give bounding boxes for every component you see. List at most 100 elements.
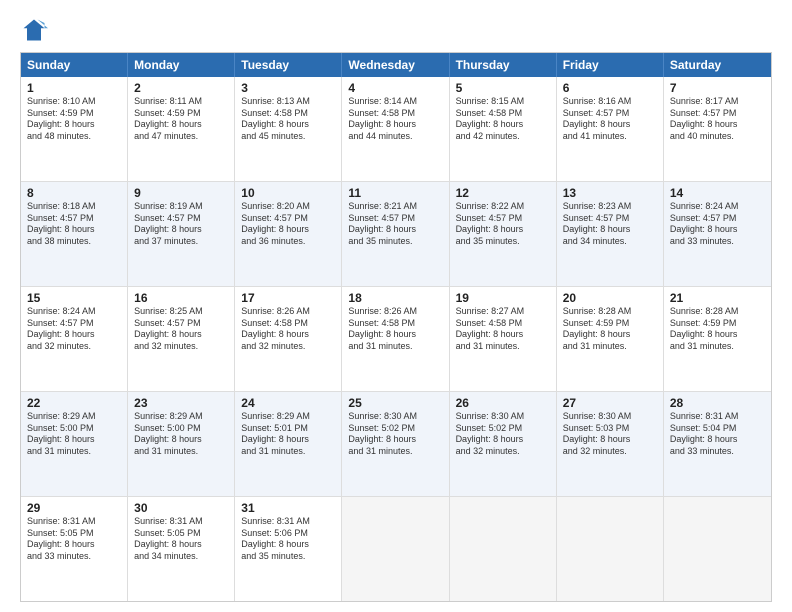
- calendar-cell: [450, 497, 557, 601]
- calendar-cell: [342, 497, 449, 601]
- calendar-cell: 11Sunrise: 8:21 AM Sunset: 4:57 PM Dayli…: [342, 182, 449, 286]
- day-number: 7: [670, 81, 765, 95]
- day-info: Sunrise: 8:17 AM Sunset: 4:57 PM Dayligh…: [670, 96, 765, 143]
- calendar-cell: 5Sunrise: 8:15 AM Sunset: 4:58 PM Daylig…: [450, 77, 557, 181]
- calendar-header: SundayMondayTuesdayWednesdayThursdayFrid…: [21, 53, 771, 77]
- day-info: Sunrise: 8:28 AM Sunset: 4:59 PM Dayligh…: [670, 306, 765, 353]
- day-number: 22: [27, 396, 121, 410]
- day-info: Sunrise: 8:18 AM Sunset: 4:57 PM Dayligh…: [27, 201, 121, 248]
- day-number: 2: [134, 81, 228, 95]
- calendar-cell: 30Sunrise: 8:31 AM Sunset: 5:05 PM Dayli…: [128, 497, 235, 601]
- calendar-cell: 17Sunrise: 8:26 AM Sunset: 4:58 PM Dayli…: [235, 287, 342, 391]
- day-number: 19: [456, 291, 550, 305]
- calendar-body: 1Sunrise: 8:10 AM Sunset: 4:59 PM Daylig…: [21, 77, 771, 601]
- calendar: SundayMondayTuesdayWednesdayThursdayFrid…: [20, 52, 772, 602]
- calendar-cell: 13Sunrise: 8:23 AM Sunset: 4:57 PM Dayli…: [557, 182, 664, 286]
- day-info: Sunrise: 8:23 AM Sunset: 4:57 PM Dayligh…: [563, 201, 657, 248]
- calendar-cell: 23Sunrise: 8:29 AM Sunset: 5:00 PM Dayli…: [128, 392, 235, 496]
- calendar-cell: 27Sunrise: 8:30 AM Sunset: 5:03 PM Dayli…: [557, 392, 664, 496]
- day-info: Sunrise: 8:28 AM Sunset: 4:59 PM Dayligh…: [563, 306, 657, 353]
- day-info: Sunrise: 8:16 AM Sunset: 4:57 PM Dayligh…: [563, 96, 657, 143]
- day-info: Sunrise: 8:30 AM Sunset: 5:02 PM Dayligh…: [456, 411, 550, 458]
- day-info: Sunrise: 8:29 AM Sunset: 5:01 PM Dayligh…: [241, 411, 335, 458]
- day-number: 6: [563, 81, 657, 95]
- calendar-cell: 15Sunrise: 8:24 AM Sunset: 4:57 PM Dayli…: [21, 287, 128, 391]
- header-day-wednesday: Wednesday: [342, 53, 449, 77]
- day-number: 14: [670, 186, 765, 200]
- calendar-cell: 18Sunrise: 8:26 AM Sunset: 4:58 PM Dayli…: [342, 287, 449, 391]
- calendar-cell: 25Sunrise: 8:30 AM Sunset: 5:02 PM Dayli…: [342, 392, 449, 496]
- calendar-cell: 22Sunrise: 8:29 AM Sunset: 5:00 PM Dayli…: [21, 392, 128, 496]
- calendar-cell: 14Sunrise: 8:24 AM Sunset: 4:57 PM Dayli…: [664, 182, 771, 286]
- calendar-cell: 24Sunrise: 8:29 AM Sunset: 5:01 PM Dayli…: [235, 392, 342, 496]
- calendar-row-4: 22Sunrise: 8:29 AM Sunset: 5:00 PM Dayli…: [21, 391, 771, 496]
- calendar-cell: 10Sunrise: 8:20 AM Sunset: 4:57 PM Dayli…: [235, 182, 342, 286]
- day-info: Sunrise: 8:31 AM Sunset: 5:05 PM Dayligh…: [134, 516, 228, 563]
- day-number: 31: [241, 501, 335, 515]
- day-info: Sunrise: 8:24 AM Sunset: 4:57 PM Dayligh…: [670, 201, 765, 248]
- day-info: Sunrise: 8:30 AM Sunset: 5:03 PM Dayligh…: [563, 411, 657, 458]
- calendar-cell: 19Sunrise: 8:27 AM Sunset: 4:58 PM Dayli…: [450, 287, 557, 391]
- day-number: 15: [27, 291, 121, 305]
- header-day-saturday: Saturday: [664, 53, 771, 77]
- calendar-cell: 1Sunrise: 8:10 AM Sunset: 4:59 PM Daylig…: [21, 77, 128, 181]
- calendar-cell: 8Sunrise: 8:18 AM Sunset: 4:57 PM Daylig…: [21, 182, 128, 286]
- day-number: 27: [563, 396, 657, 410]
- day-number: 26: [456, 396, 550, 410]
- day-number: 30: [134, 501, 228, 515]
- day-info: Sunrise: 8:20 AM Sunset: 4:57 PM Dayligh…: [241, 201, 335, 248]
- calendar-cell: 20Sunrise: 8:28 AM Sunset: 4:59 PM Dayli…: [557, 287, 664, 391]
- calendar-cell: 21Sunrise: 8:28 AM Sunset: 4:59 PM Dayli…: [664, 287, 771, 391]
- day-info: Sunrise: 8:27 AM Sunset: 4:58 PM Dayligh…: [456, 306, 550, 353]
- calendar-cell: 6Sunrise: 8:16 AM Sunset: 4:57 PM Daylig…: [557, 77, 664, 181]
- day-info: Sunrise: 8:10 AM Sunset: 4:59 PM Dayligh…: [27, 96, 121, 143]
- day-number: 3: [241, 81, 335, 95]
- day-number: 28: [670, 396, 765, 410]
- day-info: Sunrise: 8:31 AM Sunset: 5:06 PM Dayligh…: [241, 516, 335, 563]
- day-number: 24: [241, 396, 335, 410]
- calendar-row-1: 1Sunrise: 8:10 AM Sunset: 4:59 PM Daylig…: [21, 77, 771, 181]
- calendar-row-5: 29Sunrise: 8:31 AM Sunset: 5:05 PM Dayli…: [21, 496, 771, 601]
- day-info: Sunrise: 8:14 AM Sunset: 4:58 PM Dayligh…: [348, 96, 442, 143]
- logo-icon: [20, 16, 48, 44]
- header-day-sunday: Sunday: [21, 53, 128, 77]
- day-info: Sunrise: 8:13 AM Sunset: 4:58 PM Dayligh…: [241, 96, 335, 143]
- day-number: 23: [134, 396, 228, 410]
- day-number: 1: [27, 81, 121, 95]
- calendar-cell: 9Sunrise: 8:19 AM Sunset: 4:57 PM Daylig…: [128, 182, 235, 286]
- day-number: 12: [456, 186, 550, 200]
- day-number: 18: [348, 291, 442, 305]
- day-number: 4: [348, 81, 442, 95]
- day-info: Sunrise: 8:24 AM Sunset: 4:57 PM Dayligh…: [27, 306, 121, 353]
- header-day-friday: Friday: [557, 53, 664, 77]
- calendar-cell: 7Sunrise: 8:17 AM Sunset: 4:57 PM Daylig…: [664, 77, 771, 181]
- day-info: Sunrise: 8:15 AM Sunset: 4:58 PM Dayligh…: [456, 96, 550, 143]
- day-number: 21: [670, 291, 765, 305]
- day-info: Sunrise: 8:25 AM Sunset: 4:57 PM Dayligh…: [134, 306, 228, 353]
- calendar-cell: 16Sunrise: 8:25 AM Sunset: 4:57 PM Dayli…: [128, 287, 235, 391]
- day-number: 16: [134, 291, 228, 305]
- calendar-cell: 2Sunrise: 8:11 AM Sunset: 4:59 PM Daylig…: [128, 77, 235, 181]
- logo: [20, 16, 52, 44]
- calendar-row-3: 15Sunrise: 8:24 AM Sunset: 4:57 PM Dayli…: [21, 286, 771, 391]
- day-number: 17: [241, 291, 335, 305]
- header-day-monday: Monday: [128, 53, 235, 77]
- day-info: Sunrise: 8:26 AM Sunset: 4:58 PM Dayligh…: [348, 306, 442, 353]
- day-number: 13: [563, 186, 657, 200]
- calendar-cell: 12Sunrise: 8:22 AM Sunset: 4:57 PM Dayli…: [450, 182, 557, 286]
- day-number: 8: [27, 186, 121, 200]
- calendar-cell: 26Sunrise: 8:30 AM Sunset: 5:02 PM Dayli…: [450, 392, 557, 496]
- day-number: 9: [134, 186, 228, 200]
- calendar-cell: 29Sunrise: 8:31 AM Sunset: 5:05 PM Dayli…: [21, 497, 128, 601]
- day-number: 5: [456, 81, 550, 95]
- calendar-cell: 31Sunrise: 8:31 AM Sunset: 5:06 PM Dayli…: [235, 497, 342, 601]
- day-info: Sunrise: 8:31 AM Sunset: 5:05 PM Dayligh…: [27, 516, 121, 563]
- day-info: Sunrise: 8:31 AM Sunset: 5:04 PM Dayligh…: [670, 411, 765, 458]
- day-info: Sunrise: 8:26 AM Sunset: 4:58 PM Dayligh…: [241, 306, 335, 353]
- calendar-cell: [664, 497, 771, 601]
- day-info: Sunrise: 8:11 AM Sunset: 4:59 PM Dayligh…: [134, 96, 228, 143]
- day-number: 25: [348, 396, 442, 410]
- day-number: 11: [348, 186, 442, 200]
- day-info: Sunrise: 8:29 AM Sunset: 5:00 PM Dayligh…: [27, 411, 121, 458]
- header-day-tuesday: Tuesday: [235, 53, 342, 77]
